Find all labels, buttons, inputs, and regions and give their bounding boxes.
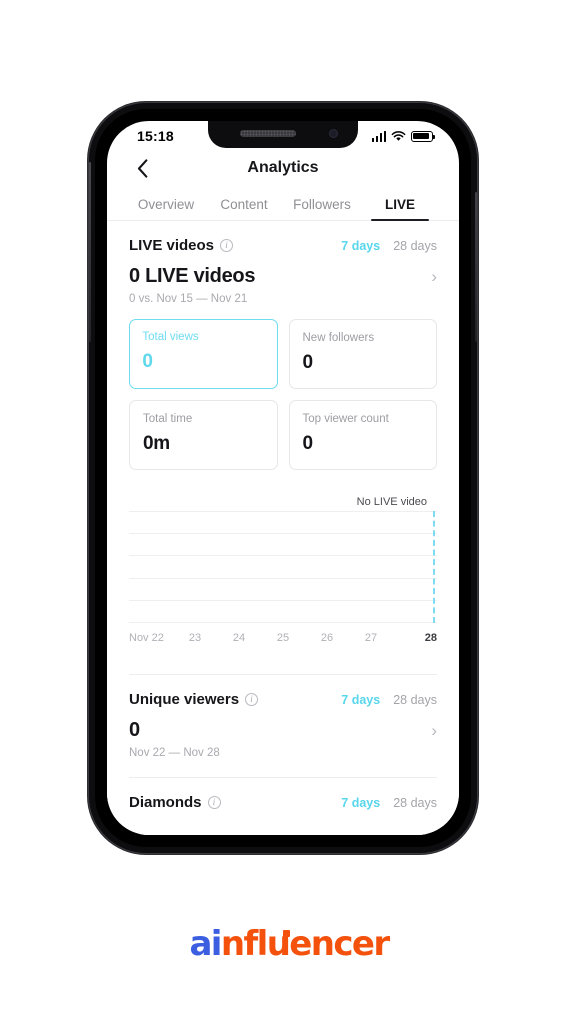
range-28-days[interactable]: 28 days bbox=[393, 693, 437, 707]
chart-gridline bbox=[129, 577, 437, 579]
metric-card-top-viewer-count[interactable]: Top viewer count 0 bbox=[288, 400, 437, 470]
chart-annotation: No LIVE video bbox=[356, 496, 427, 508]
nav-bar: Analytics bbox=[107, 151, 459, 185]
analytics-scroll-content[interactable]: LIVE videos i 7 days 28 days 0 LIVE vide… bbox=[107, 221, 459, 835]
metric-card-total-views[interactable]: Total views 0 bbox=[129, 319, 278, 389]
live-videos-header: LIVE videos i 7 days 28 days bbox=[129, 221, 437, 254]
front-camera-icon bbox=[329, 129, 338, 138]
live-videos-section: LIVE videos i 7 days 28 days 0 LIVE vide… bbox=[107, 221, 459, 470]
status-time: 15:18 bbox=[137, 128, 174, 144]
brand-logo-i: i bbox=[210, 924, 223, 964]
tab-overview[interactable]: Overview bbox=[127, 197, 205, 220]
back-button[interactable] bbox=[129, 155, 155, 181]
unique-viewers-title-wrap: Unique viewers i bbox=[129, 691, 259, 708]
chart-gridline bbox=[129, 599, 437, 601]
unique-viewers-range-toggle: 7 days 28 days bbox=[341, 693, 437, 707]
brand-logo-a: a bbox=[189, 924, 212, 964]
live-videos-title-wrap: LIVE videos i bbox=[129, 237, 234, 254]
chart-x-axis: Nov 22 23 24 25 26 27 28 bbox=[129, 623, 437, 644]
phone-bezel: 15:18 Analytics Overview Content Followe… bbox=[95, 109, 471, 847]
chart-gridline bbox=[129, 533, 437, 535]
diamonds-section: Diamonds i 7 days 28 days bbox=[107, 778, 459, 811]
tab-followers[interactable]: Followers bbox=[283, 197, 361, 220]
unique-viewers-date-range: Nov 22 — Nov 28 bbox=[129, 747, 220, 759]
diamonds-title: Diamonds bbox=[129, 794, 202, 811]
metric-value: 0m bbox=[143, 433, 170, 454]
chart-x-tick: 27 bbox=[364, 632, 378, 644]
unique-viewers-title: Unique viewers bbox=[129, 691, 240, 708]
chevron-left-icon bbox=[137, 158, 147, 178]
info-icon[interactable]: i bbox=[207, 796, 221, 809]
unique-viewers-value: 0 bbox=[129, 719, 140, 741]
tab-bar: Overview Content Followers LIVE bbox=[107, 185, 459, 221]
diamonds-header: Diamonds i 7 days 28 days bbox=[129, 778, 437, 811]
metric-card-total-time[interactable]: Total time 0m bbox=[129, 400, 278, 470]
phone-screen: 15:18 Analytics Overview Content Followe… bbox=[107, 121, 459, 835]
chart-x-tick: 28 bbox=[424, 632, 437, 644]
metric-label: Top viewer count bbox=[302, 413, 389, 425]
brand-logo: ainfluencer bbox=[0, 924, 578, 964]
unique-viewers-header: Unique viewers i 7 days 28 days bbox=[129, 675, 437, 708]
speaker-grille-icon bbox=[240, 130, 296, 137]
signal-bars-icon bbox=[371, 130, 386, 142]
chart-x-tick: 23 bbox=[188, 632, 202, 644]
range-28-days[interactable]: 28 days bbox=[393, 239, 437, 253]
brand-logo-influencer: nfluencer bbox=[220, 924, 390, 964]
chart-x-tick: 26 bbox=[320, 632, 334, 644]
range-7-days[interactable]: 7 days bbox=[341, 239, 380, 253]
range-7-days[interactable]: 7 days bbox=[341, 796, 380, 810]
chart-x-tick: Nov 22 bbox=[129, 632, 164, 644]
live-videos-range-toggle: 7 days 28 days bbox=[341, 239, 437, 253]
chart-gridline bbox=[129, 511, 437, 512]
tab-content[interactable]: Content bbox=[205, 197, 283, 220]
chart-plot-area bbox=[129, 511, 437, 623]
tab-live[interactable]: LIVE bbox=[361, 197, 439, 220]
chevron-right-icon[interactable]: › bbox=[431, 268, 437, 285]
chart-marker-line bbox=[433, 511, 436, 623]
phone-frame: 15:18 Analytics Overview Content Followe… bbox=[88, 102, 478, 854]
info-icon[interactable]: i bbox=[245, 693, 259, 706]
range-7-days[interactable]: 7 days bbox=[341, 693, 380, 707]
metric-label: Total time bbox=[143, 413, 193, 425]
metric-value: 0 bbox=[142, 351, 153, 373]
page-title: Analytics bbox=[247, 159, 319, 176]
chart-gridline bbox=[129, 555, 437, 557]
metric-label: New followers bbox=[302, 332, 375, 344]
unique-viewers-section: Unique viewers i 7 days 28 days 0 › Nov … bbox=[107, 675, 459, 759]
phone-notch bbox=[208, 121, 358, 148]
live-videos-chart: No LIVE video Nov 22 23 24 25 26 27 28 bbox=[107, 470, 459, 644]
info-icon[interactable]: i bbox=[220, 239, 234, 252]
metric-card-grid: Total views 0 New followers 0 Total time… bbox=[129, 305, 437, 470]
live-videos-title: LIVE videos bbox=[129, 237, 215, 254]
battery-icon bbox=[411, 130, 436, 142]
metric-label: Total views bbox=[142, 331, 199, 344]
diamonds-title-wrap: Diamonds i bbox=[129, 794, 221, 811]
diamonds-range-toggle: 7 days 28 days bbox=[341, 796, 437, 810]
metric-card-new-followers[interactable]: New followers 0 bbox=[288, 319, 437, 389]
metric-value: 0 bbox=[302, 352, 314, 373]
chart-x-tick: 24 bbox=[232, 632, 246, 644]
range-28-days[interactable]: 28 days bbox=[393, 796, 437, 810]
live-videos-comparison: 0 vs. Nov 15 — Nov 21 bbox=[129, 293, 248, 305]
live-videos-headline: 0 LIVE videos bbox=[129, 265, 256, 287]
chart-gridline bbox=[129, 622, 437, 623]
status-icons bbox=[371, 130, 436, 142]
unique-viewers-summary-row[interactable]: 0 › bbox=[129, 708, 437, 742]
live-videos-summary-row[interactable]: 0 LIVE videos › bbox=[129, 254, 437, 288]
chevron-right-icon[interactable]: › bbox=[431, 722, 437, 739]
metric-value: 0 bbox=[302, 433, 314, 454]
wifi-icon bbox=[391, 130, 406, 141]
chart-x-tick: 25 bbox=[276, 632, 290, 644]
brand-logo-i-dot bbox=[283, 930, 290, 937]
